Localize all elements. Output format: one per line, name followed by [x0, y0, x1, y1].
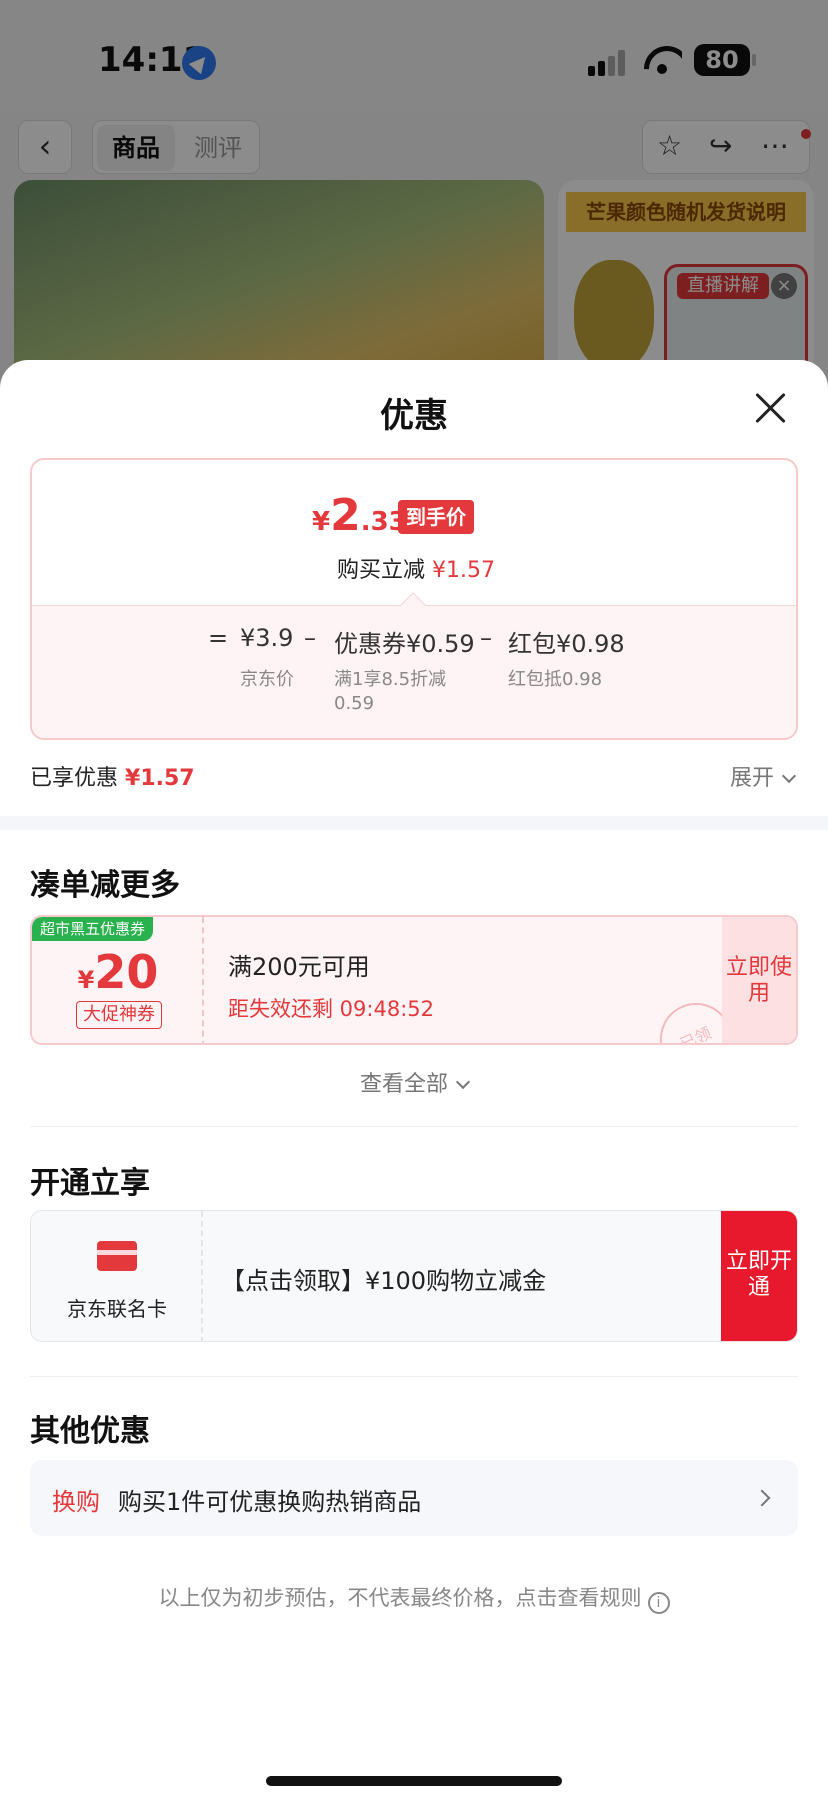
section-title-more: 凑单减更多 [30, 868, 180, 903]
coupon-condition: 满200元可用 [228, 953, 370, 981]
card-info: 京东联名卡 [31, 1211, 203, 1341]
formula-coupon: 优惠券¥0.59 [334, 630, 475, 658]
coupon-value-area: 超市黑五优惠券 ¥20 大促神券 [32, 917, 204, 1043]
chevron-down-icon [455, 1074, 471, 1090]
dim-overlay[interactable] [0, 0, 828, 400]
divider [30, 1126, 798, 1127]
formula-red-packet: 红包¥0.98 [508, 630, 625, 658]
card-name: 京东联名卡 [67, 1297, 167, 1321]
home-indicator[interactable] [266, 1776, 562, 1786]
hand-price-badge: 到手价 [398, 500, 474, 534]
coupon-tag: 超市黑五优惠券 [32, 917, 154, 941]
open-now-button[interactable]: 立即开通 [721, 1211, 797, 1341]
formula-minus: – [480, 624, 492, 652]
discount-sheet: 优惠 ¥2.33 到手价 购买立减 ¥1.57 = ¥3.9 – 优惠券¥0.5… [0, 360, 828, 1800]
chevron-right-icon [753, 1489, 771, 1507]
trade-in-tag: 换购 [52, 1488, 100, 1516]
trade-in-text: 购买1件可优惠换购热销商品 [118, 1488, 422, 1516]
instant-reduce-line: 购买立减 ¥1.57 [337, 558, 495, 583]
view-all-button[interactable]: 查看全部 [0, 1066, 828, 1098]
expand-button[interactable]: 展开 [730, 760, 797, 792]
formula-base-price: ¥3.9 [240, 624, 294, 652]
enjoyed-discount: 已享优惠 ¥1.57 [30, 766, 195, 791]
note-coupon: 满1享8.5折减 0.59 [334, 669, 447, 714]
coupon-countdown: 距失效还剩 09:48:52 [228, 997, 434, 1021]
section-title-other: 其他优惠 [30, 1414, 150, 1449]
card-offer-text[interactable]: 【点击领取】¥100购物立减金 [221, 1261, 546, 1296]
coupon-card: 超市黑五优惠券 ¥20 大促神券 满200元可用 距失效还剩 09:48:52 … [30, 915, 798, 1045]
sheet-title: 优惠 [380, 396, 448, 436]
divider [30, 1376, 798, 1377]
co-branded-card-offer: 京东联名卡 【点击领取】¥100购物立减金 立即开通 [30, 1210, 798, 1342]
chevron-down-icon [781, 768, 797, 784]
note-base-price: 京东价 [240, 669, 294, 690]
trade-in-row[interactable]: 换购 购买1件可优惠换购热销商品 [30, 1460, 798, 1536]
note-red-packet: 红包抵0.98 [508, 669, 603, 690]
coupon-kind-badge: 大促神券 [76, 1001, 162, 1029]
use-now-button[interactable]: 立即使用 [722, 917, 796, 1043]
section-separator [0, 816, 828, 830]
product-page-background: 14:11 80 ‹ 商品 测评 ☆ ↪ ⋯ 芒果颜色随机发货说明 直播讲解 × [0, 0, 828, 400]
formula-equals: = [208, 624, 229, 652]
section-title-open: 开通立享 [30, 1166, 150, 1201]
close-icon[interactable] [752, 390, 788, 426]
hand-price-area: ¥2.33 到手价 购买立减 ¥1.57 [32, 460, 796, 605]
price-breakdown-card: ¥2.33 到手价 购买立减 ¥1.57 = ¥3.9 – 优惠券¥0.59 –… [30, 458, 798, 740]
formula-area: = ¥3.9 – 优惠券¥0.59 – 红包¥0.98 京东价 满1享8.5折减… [32, 605, 796, 738]
disclaimer[interactable]: 以上仅为初步预估，不代表最终价格，点击查看规则 i [0, 1582, 828, 1614]
formula-minus: – [304, 624, 316, 652]
info-icon: i [647, 1592, 670, 1614]
coupon-amount: ¥20 [77, 945, 159, 999]
hand-price: ¥2.33 [312, 490, 407, 541]
credit-card-icon [97, 1241, 137, 1271]
